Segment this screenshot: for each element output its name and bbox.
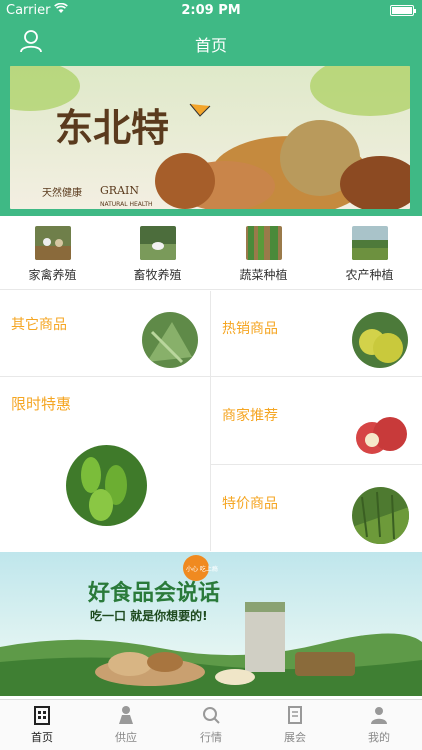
tab-label: 行情 <box>200 731 222 744</box>
tab-bar: 首页 供应 行情 展会 我的 <box>0 699 422 750</box>
tab-label: 首页 <box>31 731 53 744</box>
category-livestock[interactable]: 畜牧养殖 <box>105 226 210 283</box>
limited-offer-label: 限时特惠 <box>11 395 72 413</box>
clock: 2:09 PM <box>181 3 241 18</box>
tab-label: 展会 <box>284 731 306 744</box>
tab-exhibition[interactable]: 展会 <box>253 704 337 745</box>
other-products-label: 其它商品 <box>11 317 67 333</box>
ad-tagline: 吃一口 就是你想要的! <box>90 608 208 623</box>
merchant-recommend-label: 商家推荐 <box>222 408 278 424</box>
other-products-card[interactable]: 其它商品 <box>0 291 211 377</box>
battery-icon <box>390 5 416 16</box>
category-label: 农产种植 <box>345 268 394 282</box>
page-title: 首页 <box>194 36 227 55</box>
other-products-image <box>142 312 198 368</box>
hot-products-card[interactable]: 热销商品 <box>211 291 422 377</box>
banner-side: 天然健康 <box>42 186 82 199</box>
nav-bar: 首页 <box>0 20 422 64</box>
category-vegetable[interactable]: 蔬菜种植 <box>211 226 316 283</box>
category-row: 家禽养殖 畜牧养殖 蔬菜种植 农产种植 <box>0 216 422 290</box>
ad-headline: 好食品会说话 <box>87 580 220 606</box>
limited-offer-card[interactable]: 限时特惠 <box>0 377 211 551</box>
hot-products-image <box>352 312 408 368</box>
tab-market[interactable]: 行情 <box>169 704 253 745</box>
category-farm[interactable]: 农产种植 <box>317 226 422 283</box>
status-bar: Carrier 2:09 PM <box>0 0 422 20</box>
special-price-label: 特价商品 <box>222 496 278 512</box>
tab-label: 供应 <box>115 731 137 744</box>
category-label: 蔬菜种植 <box>239 268 288 282</box>
tab-home[interactable]: 首页 <box>0 704 84 745</box>
banner-carousel[interactable]: 东北特 天然健康 GRAIN NATURAL HEALTH <box>10 66 410 209</box>
tab-supply[interactable]: 供应 <box>84 704 168 745</box>
market-icon <box>200 704 222 726</box>
special-price-image <box>352 487 409 544</box>
category-label: 畜牧养殖 <box>133 268 182 282</box>
category-poultry[interactable]: 家禽养殖 <box>0 226 105 283</box>
vegetable-thumbnail <box>245 226 282 260</box>
tab-profile[interactable]: 我的 <box>337 704 421 745</box>
product-grid: 其它商品 热销商品 限时特惠 商家推荐 特价商品 <box>0 291 422 551</box>
ad-badge: 小心 吃上瘾 <box>186 565 218 573</box>
merchant-recommend-image <box>352 410 410 458</box>
banner-section: 东北特 天然健康 GRAIN NATURAL HEALTH <box>0 64 422 216</box>
hot-products-label: 热销商品 <box>222 321 278 337</box>
banner-brand: GRAIN <box>100 184 139 197</box>
home-icon <box>31 704 53 726</box>
banner-title: 东北特 <box>55 105 169 150</box>
farm-thumbnail <box>351 226 388 260</box>
tab-label: 我的 <box>368 731 390 744</box>
livestock-thumbnail <box>139 226 176 260</box>
profile-icon <box>368 704 390 726</box>
exhibition-icon <box>284 704 306 726</box>
category-label: 家禽养殖 <box>28 268 77 282</box>
merchant-recommend-card[interactable]: 商家推荐 <box>211 377 422 465</box>
special-price-card[interactable]: 特价商品 <box>211 465 422 551</box>
poultry-thumbnail <box>34 226 71 260</box>
supply-icon <box>115 704 137 726</box>
limited-offer-image <box>66 445 147 526</box>
banner-sub: NATURAL HEALTH <box>100 201 153 208</box>
promo-banner[interactable]: 好食品会说话 吃一口 就是你想要的! 小心 吃上瘾 <box>0 552 422 696</box>
